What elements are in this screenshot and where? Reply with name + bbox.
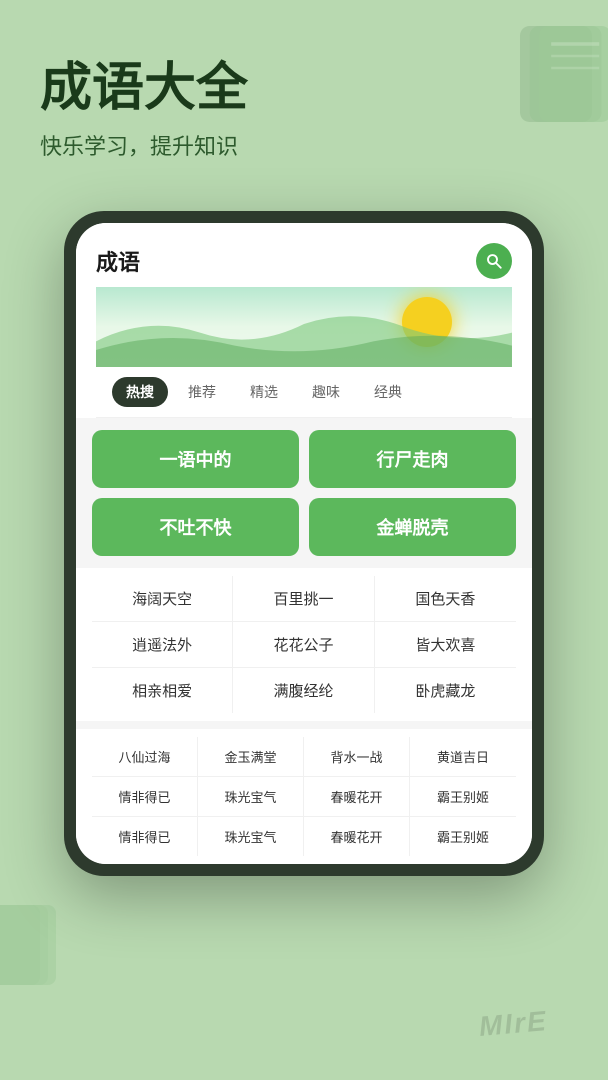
cell-3-3[interactable]: 卧虎藏龙 (375, 668, 516, 713)
mountain-decoration (96, 298, 512, 367)
hot-item-2[interactable]: 行尸走肉 (309, 430, 516, 488)
row-2: 逍遥法外 花花公子 皆大欢喜 (92, 622, 516, 668)
hot-item-4[interactable]: 金蝉脱壳 (309, 498, 516, 556)
cell-4-3-2[interactable]: 珠光宝气 (198, 817, 304, 856)
page-title: 成语大全 (40, 60, 568, 117)
cell-4-3-3[interactable]: 春暖花开 (304, 817, 410, 856)
tab-classic[interactable]: 经典 (360, 377, 416, 407)
cell-4-1-4[interactable]: 黄道吉日 (410, 737, 516, 776)
app-header: 成语 (76, 223, 532, 418)
cell-4-3-4[interactable]: 霸王别姬 (410, 817, 516, 856)
cell-1-1[interactable]: 海阔天空 (92, 576, 233, 621)
cell-2-2[interactable]: 花花公子 (233, 622, 374, 667)
normal-section: 海阔天空 百里挑一 国色天香 逍遥法外 花花公子 皆大欢喜 相亲相爱 满腹经纶 … (76, 568, 532, 721)
row-4col-3: 情非得已 珠光宝气 春暖花开 霸王别姬 (92, 817, 516, 856)
hot-item-3[interactable]: 不吐不快 (92, 498, 299, 556)
cell-4-2-4[interactable]: 霸王别姬 (410, 777, 516, 816)
watermark: MIrE (478, 1005, 549, 1043)
tab-bar: 热搜 推荐 精选 趣味 经典 (96, 367, 512, 418)
hot-grid: 一语中的 行尸走肉 不吐不快 金蝉脱壳 (92, 430, 516, 556)
banner (96, 287, 512, 367)
row-1: 海阔天空 百里挑一 国色天香 (92, 576, 516, 622)
cell-3-1[interactable]: 相亲相爱 (92, 668, 233, 713)
phone-mockup: 成语 (0, 211, 608, 876)
header: 成语大全 快乐学习，提升知识 (0, 0, 608, 181)
row-4col-1: 八仙过海 金玉满堂 背水一战 黄道吉日 (92, 737, 516, 777)
hot-item-1[interactable]: 一语中的 (92, 430, 299, 488)
tab-featured[interactable]: 精选 (236, 377, 292, 407)
tab-fun[interactable]: 趣味 (298, 377, 354, 407)
tab-hot[interactable]: 热搜 (112, 377, 168, 407)
app-title: 成语 (96, 245, 140, 277)
cell-2-1[interactable]: 逍遥法外 (92, 622, 233, 667)
hot-section: 一语中的 行尸走肉 不吐不快 金蝉脱壳 (76, 418, 532, 568)
cell-4-2-1[interactable]: 情非得已 (92, 777, 198, 816)
book-icon-bottom-left (0, 900, 70, 1000)
page-subtitle: 快乐学习，提升知识 (40, 129, 568, 161)
phone-screen: 成语 (76, 223, 532, 864)
row-4col-2: 情非得已 珠光宝气 春暖花开 霸王别姬 (92, 777, 516, 817)
cell-4-1-1[interactable]: 八仙过海 (92, 737, 198, 776)
cell-3-2[interactable]: 满腹经纶 (233, 668, 374, 713)
cell-2-3[interactable]: 皆大欢喜 (375, 622, 516, 667)
cell-4-1-3[interactable]: 背水一战 (304, 737, 410, 776)
cell-4-3-1[interactable]: 情非得已 (92, 817, 198, 856)
cell-4-2-3[interactable]: 春暖花开 (304, 777, 410, 816)
cell-4-1-2[interactable]: 金玉满堂 (198, 737, 304, 776)
four-col-section: 八仙过海 金玉满堂 背水一战 黄道吉日 情非得已 珠光宝气 春暖花开 霸王别姬 … (76, 721, 532, 864)
cell-1-2[interactable]: 百里挑一 (233, 576, 374, 621)
search-button[interactable] (476, 243, 512, 279)
cell-4-2-2[interactable]: 珠光宝气 (198, 777, 304, 816)
row-3: 相亲相爱 满腹经纶 卧虎藏龙 (92, 668, 516, 713)
tab-recommend[interactable]: 推荐 (174, 377, 230, 407)
cell-1-3[interactable]: 国色天香 (375, 576, 516, 621)
phone-frame: 成语 (64, 211, 544, 876)
